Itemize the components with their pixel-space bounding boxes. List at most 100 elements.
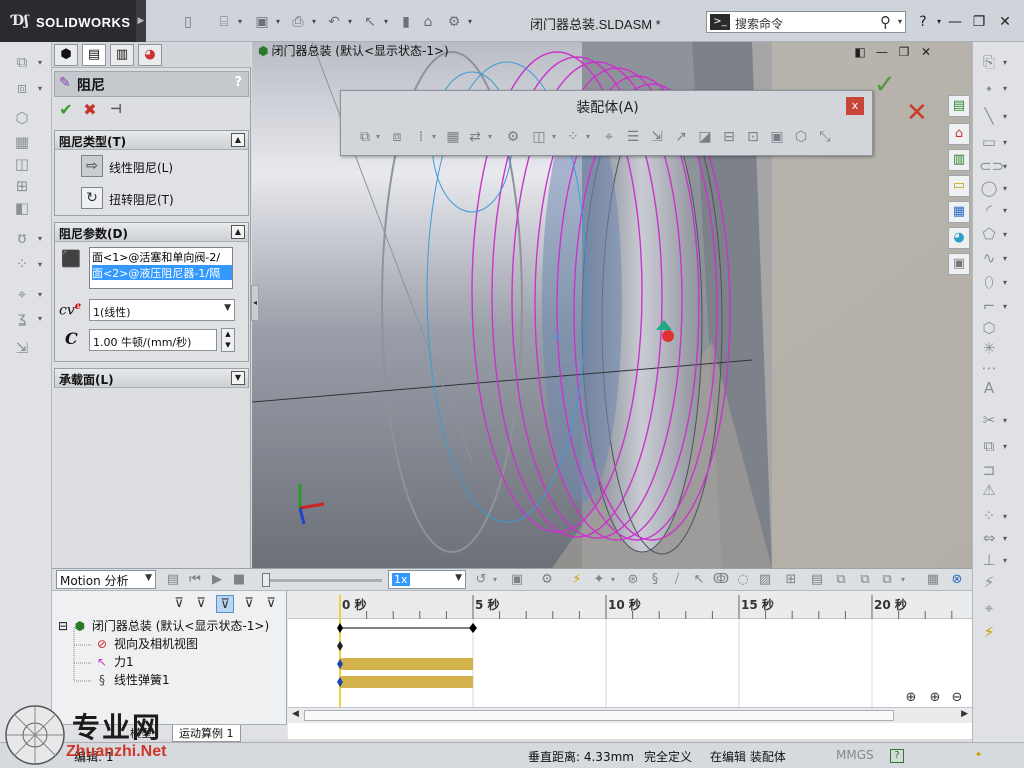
display-manager-icon[interactable]: ◕: [138, 44, 162, 66]
options-gear-icon[interactable]: ⚙: [444, 12, 464, 32]
viewport-restore-icon[interactable]: ❐: [896, 44, 912, 60]
search-input[interactable]: 搜索命令: [735, 15, 783, 32]
damper-tool-icon[interactable]: ⧸: [668, 570, 686, 589]
fillet-dropdown-icon[interactable]: ▾: [1003, 302, 1011, 312]
print-icon[interactable]: ⎙: [288, 12, 308, 32]
sketch-icon[interactable]: ⎘: [979, 52, 999, 72]
status-help-icon[interactable]: ?: [890, 749, 904, 763]
key-dropdown-icon[interactable]: ▾: [608, 570, 618, 589]
reference-dropdown-icon[interactable]: ▾: [583, 127, 593, 147]
motion-study-dropdown-icon[interactable]: ▾: [38, 290, 46, 300]
confirm-corner-cancel-icon[interactable]: ✕: [906, 98, 928, 128]
insert-component-icon[interactable]: ⧉: [12, 52, 32, 72]
rapid-sketch-icon[interactable]: ⚡: [979, 622, 999, 642]
coef-spinner[interactable]: ▲ ▼: [221, 328, 235, 352]
hole-alignment-icon[interactable]: ⊡: [743, 127, 763, 147]
damping-coefficient-input[interactable]: 1.00 牛顿/(mm/秒): [89, 329, 217, 351]
face-item[interactable]: 面<1>@活塞和单向阀-2/: [92, 249, 232, 265]
rebuild-icon[interactable]: ▮: [396, 12, 416, 32]
rectangle-dropdown-icon[interactable]: ▾: [1003, 138, 1011, 148]
insert-components-icon[interactable]: ⧉: [355, 127, 375, 147]
bom-dropdown-icon[interactable]: ▾: [38, 314, 46, 324]
close-icon[interactable]: ✕: [994, 12, 1016, 32]
assembly-floating-toolbar[interactable]: 装配体(A) x ⧉ ▾ ⧈ ⁞ ▾ ▦ ⇄ ▾ ⚙ ◫ ▾ ⁘ ▾ ⌖ ☰ ⇲…: [340, 90, 873, 156]
spring-icon[interactable]: §: [646, 570, 664, 589]
chevron-down-icon[interactable]: ▼: [145, 573, 152, 583]
motion-study-properties-icon[interactable]: ⊞: [782, 570, 800, 589]
select-dropdown-icon[interactable]: ▾: [382, 17, 390, 27]
open-folder-icon[interactable]: ⌸: [214, 12, 234, 32]
select-pointer-icon[interactable]: ↖: [360, 12, 380, 32]
file-explorer-icon[interactable]: ▭: [948, 175, 970, 197]
viewport-tile-icon[interactable]: ◧: [852, 44, 868, 60]
stop-icon[interactable]: ■: [230, 570, 248, 589]
line-dropdown-icon[interactable]: ▾: [1003, 112, 1011, 122]
save-animation-icon[interactable]: ▣: [508, 570, 526, 589]
move-component-icon[interactable]: ⊞: [12, 176, 32, 196]
viewport-minimize-icon[interactable]: —: [874, 44, 890, 60]
search-icon[interactable]: ⚲: [880, 13, 891, 31]
component-preview-icon[interactable]: ⬡: [12, 108, 32, 128]
move-dropdown-icon[interactable]: ▾: [485, 127, 495, 147]
exponent-select[interactable]: 1(线性) ▼: [89, 299, 235, 321]
undo-dropdown-icon[interactable]: ▾: [346, 17, 354, 27]
undo-icon[interactable]: ↶: [324, 12, 344, 32]
custom-properties-icon[interactable]: ▣: [948, 253, 970, 275]
timeline-scrollbar[interactable]: ◀ ▶: [288, 707, 972, 723]
exploded-view-tool-icon[interactable]: ⇲: [647, 127, 667, 147]
viewport-close-icon[interactable]: ✕: [918, 44, 934, 60]
circle-icon[interactable]: ◯: [979, 178, 999, 198]
dimension-dropdown-icon[interactable]: ▾: [1003, 84, 1011, 94]
zoom-in-icon[interactable]: ⊕: [926, 689, 944, 707]
mate-dropdown-icon[interactable]: ▾: [38, 84, 46, 94]
copy-study-icon[interactable]: ⧉: [856, 570, 874, 589]
playback-slider[interactable]: [262, 573, 382, 587]
assembly-visualization-icon[interactable]: ▣: [767, 127, 787, 147]
play-from-start-icon[interactable]: ⏮: [186, 570, 204, 589]
play-icon[interactable]: ▶: [208, 570, 226, 589]
new-motion-tool-icon[interactable]: ⌖: [599, 127, 619, 147]
interference-detection-icon[interactable]: ◪: [695, 127, 715, 147]
playback-mode-dropdown-icon[interactable]: ▾: [490, 570, 500, 589]
convert-dropdown-icon[interactable]: ▾: [1003, 442, 1011, 452]
search-commands-box[interactable]: >_ 搜索命令 ⚲ ▾: [706, 11, 906, 33]
damper-type-header[interactable]: 阻尼类型(T) ▲: [55, 131, 248, 150]
mate-icon[interactable]: ⧈: [12, 78, 32, 98]
mirror-entities-icon[interactable]: ⚠: [979, 480, 999, 500]
print-dropdown-icon[interactable]: ▾: [310, 17, 318, 27]
ok-check-icon[interactable]: ✔: [56, 100, 76, 120]
expand-chevron-icon[interactable]: ▼: [231, 371, 245, 385]
cancel-x-icon[interactable]: ✖: [80, 100, 100, 120]
new-document-icon[interactable]: ▯: [178, 12, 198, 32]
configuration-manager-icon[interactable]: ▥: [110, 44, 134, 66]
collapse-chevron-icon[interactable]: ▲: [231, 133, 245, 147]
face-item-selected[interactable]: 面<2>@液压阻尼器-1/隔: [92, 265, 232, 280]
new-motion-study-icon[interactable]: ⌖: [12, 284, 32, 304]
exploded-view-icon[interactable]: ⇲: [12, 338, 32, 358]
linear-sketch-pattern-icon[interactable]: ⁘: [979, 506, 999, 526]
force-icon[interactable]: ↖: [690, 570, 708, 589]
save-icon[interactable]: ▣: [252, 12, 272, 32]
slot-dropdown-icon[interactable]: ▾: [1003, 162, 1011, 172]
options-dropdown-icon[interactable]: ▾: [466, 17, 474, 27]
pattern-dropdown-icon[interactable]: ▾: [429, 127, 439, 147]
bom-tool-icon[interactable]: ☰: [623, 127, 643, 147]
fillet-icon[interactable]: ⌐: [979, 296, 999, 316]
assembly-features-icon[interactable]: ʊ: [12, 228, 32, 248]
offset-entities-icon[interactable]: ⊐: [979, 460, 999, 480]
new-study-icon[interactable]: ⧉: [832, 570, 850, 589]
file-properties-icon[interactable]: ⌂: [418, 12, 438, 32]
performance-evaluation-icon[interactable]: ⬡: [791, 127, 811, 147]
arc-dropdown-icon[interactable]: ▾: [1003, 206, 1011, 216]
move-component-tool-icon[interactable]: ⇄: [465, 127, 485, 147]
gravity-icon[interactable]: ◌: [734, 570, 752, 589]
sketch-dropdown-icon[interactable]: ▾: [1003, 58, 1011, 68]
pattern-sketch-dropdown-icon[interactable]: ▾: [1003, 512, 1011, 522]
chevron-down-icon[interactable]: ▼: [455, 573, 462, 583]
polygon-dropdown-icon[interactable]: ▾: [1003, 230, 1011, 240]
solidworks-resources-icon[interactable]: ▤: [948, 95, 970, 117]
linear-pattern-icon[interactable]: ▦: [12, 132, 32, 152]
collapse-study-icon[interactable]: ▤: [808, 570, 826, 589]
slot-icon[interactable]: ⊂⊃: [979, 156, 1004, 176]
spline-dropdown-icon[interactable]: ▾: [1003, 254, 1011, 264]
